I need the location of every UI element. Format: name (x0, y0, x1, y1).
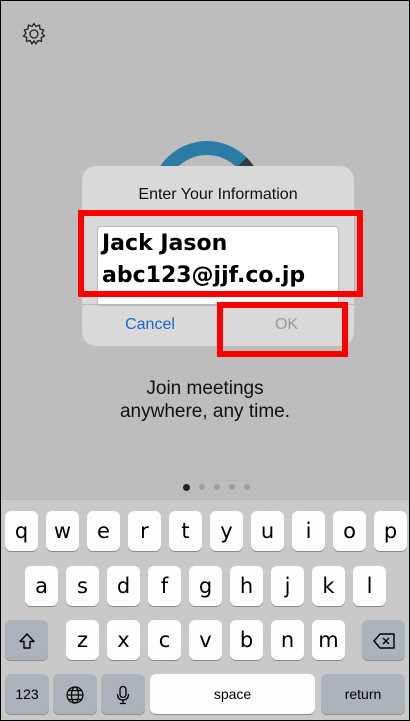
info-dialog: Enter Your Information Jack Jason abc123… (82, 166, 354, 347)
key-w[interactable]: w (46, 511, 79, 551)
shift-icon (18, 633, 35, 649)
microphone-icon (116, 686, 130, 705)
name-value: Jack Jason (102, 231, 228, 256)
key-e[interactable]: e (87, 511, 120, 551)
tagline-line-2: anywhere, any time. (119, 401, 291, 422)
page-dot (183, 484, 190, 491)
key-a[interactable]: a (25, 566, 58, 606)
page-dot (244, 484, 250, 490)
page-dot (214, 484, 220, 490)
key-o[interactable]: o (333, 511, 366, 551)
on-screen-keyboard: q w e r t y u i o p a s d f g h j k l z … (1, 499, 409, 720)
settings-button[interactable] (21, 21, 47, 47)
key-c[interactable]: c (148, 620, 181, 660)
key-f[interactable]: f (148, 566, 181, 606)
dialog-title: Enter Your Information (138, 186, 298, 203)
key-r[interactable]: r (128, 511, 161, 551)
key-d[interactable]: d (107, 566, 140, 606)
tagline: Join meetings anywhere, any time. (1, 377, 409, 423)
shift-key[interactable] (5, 620, 48, 660)
page-dot (229, 484, 235, 490)
key-y[interactable]: y (210, 511, 243, 551)
key-v[interactable]: v (189, 620, 222, 660)
info-input-field[interactable]: Jack Jason abc123@jjf.co.jp (97, 226, 339, 306)
key-i[interactable]: i (292, 511, 325, 551)
delete-key[interactable] (362, 620, 405, 660)
cancel-button[interactable]: Cancel (82, 305, 218, 347)
key-t[interactable]: t (169, 511, 202, 551)
key-g[interactable]: g (189, 566, 222, 606)
return-key[interactable]: return (321, 674, 405, 714)
tagline-line-1: Join meetings (146, 378, 264, 399)
dialog-button-bar: Cancel OK (82, 304, 354, 347)
key-p[interactable]: p (374, 511, 407, 551)
key-q[interactable]: q (5, 511, 38, 551)
globe-icon (66, 686, 84, 704)
ok-button[interactable]: OK (218, 305, 354, 347)
space-key[interactable]: space (150, 674, 315, 714)
app-screen: Enter Your Information Jack Jason abc123… (0, 0, 410, 721)
key-n[interactable]: n (271, 620, 304, 660)
page-dot (199, 484, 205, 490)
delete-icon (372, 633, 395, 649)
gear-icon (22, 22, 46, 46)
numbers-key[interactable]: 123 (5, 674, 49, 714)
key-s[interactable]: s (66, 566, 99, 606)
globe-key[interactable] (53, 674, 97, 714)
key-b[interactable]: b (230, 620, 263, 660)
key-u[interactable]: u (251, 511, 284, 551)
key-x[interactable]: x (107, 620, 140, 660)
key-z[interactable]: z (66, 620, 99, 660)
key-l[interactable]: l (353, 566, 386, 606)
key-h[interactable]: h (230, 566, 263, 606)
key-m[interactable]: m (312, 620, 345, 660)
email-value: abc123@jjf.co.jp (102, 263, 306, 288)
key-k[interactable]: k (312, 566, 345, 606)
key-j[interactable]: j (271, 566, 304, 606)
microphone-key[interactable] (101, 674, 145, 714)
